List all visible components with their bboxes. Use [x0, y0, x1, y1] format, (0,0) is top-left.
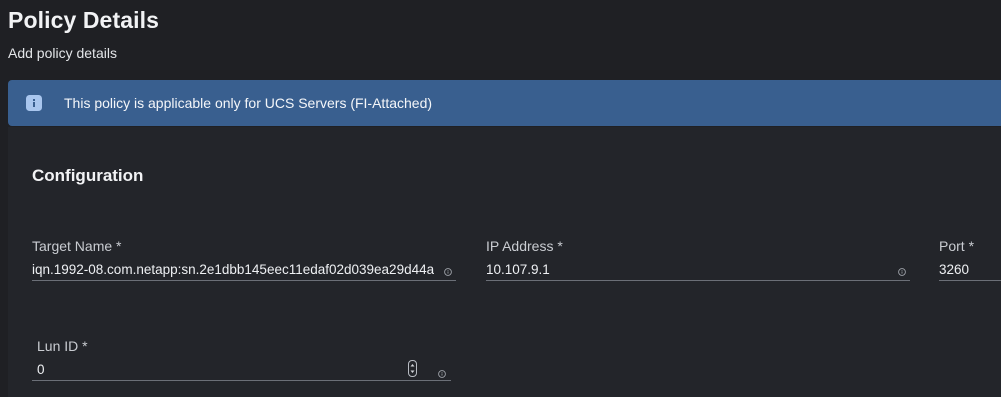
page-subtitle: Add policy details: [8, 45, 117, 61]
target-name-underline: [32, 280, 456, 281]
target-name-label: Target Name *: [32, 238, 122, 254]
info-banner: This policy is applicable only for UCS S…: [8, 80, 1001, 126]
lun-id-input[interactable]: 0: [37, 362, 397, 377]
target-name-input[interactable]: iqn.1992-08.com.netapp:sn.2e1dbb145eec11…: [32, 262, 434, 277]
ip-address-underline: [486, 280, 910, 281]
target-name-info-icon[interactable]: [444, 263, 452, 276]
lun-id-stepper[interactable]: [408, 360, 417, 377]
lun-id-label: Lun ID *: [37, 338, 88, 354]
ip-address-label: IP Address *: [486, 238, 563, 254]
port-input[interactable]: 3260: [939, 262, 999, 277]
info-icon: [26, 95, 42, 111]
ip-address-input[interactable]: 10.107.9.1: [486, 262, 866, 277]
ip-address-info-icon[interactable]: [898, 263, 906, 276]
port-underline: [939, 280, 1001, 281]
lun-id-info-icon[interactable]: [438, 365, 446, 378]
lun-id-underline: [32, 380, 451, 381]
page-title: Policy Details: [8, 7, 159, 33]
section-title-configuration: Configuration: [32, 166, 144, 185]
port-label: Port *: [939, 238, 975, 254]
banner-text: This policy is applicable only for UCS S…: [64, 95, 433, 111]
